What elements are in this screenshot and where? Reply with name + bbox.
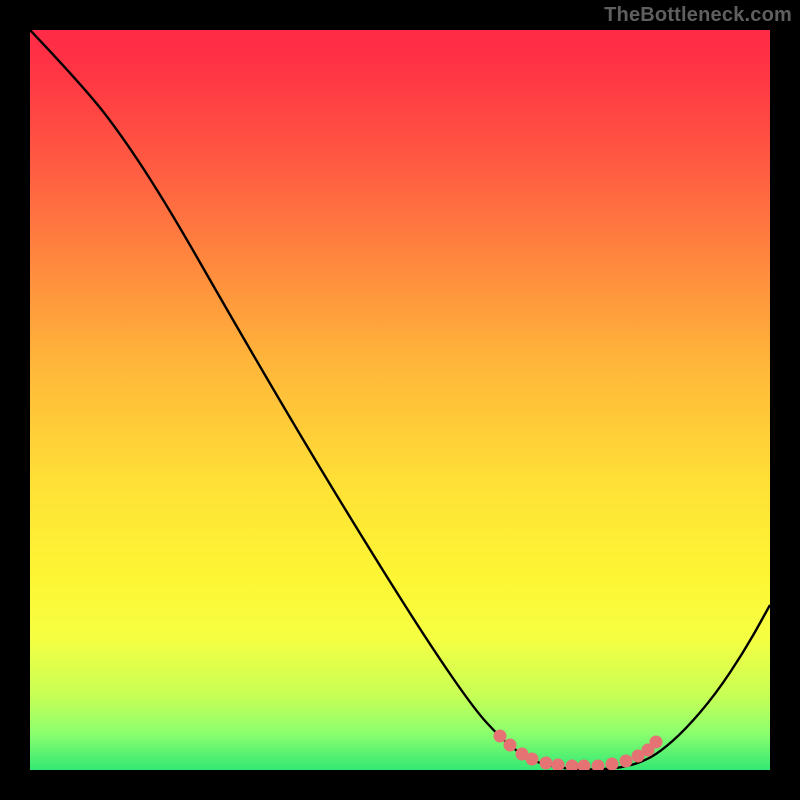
watermark-text: TheBottleneck.com: [604, 4, 792, 27]
gradient-background: [30, 30, 770, 770]
plot-area: [30, 30, 770, 770]
chart-frame: TheBottleneck.com: [0, 0, 800, 800]
